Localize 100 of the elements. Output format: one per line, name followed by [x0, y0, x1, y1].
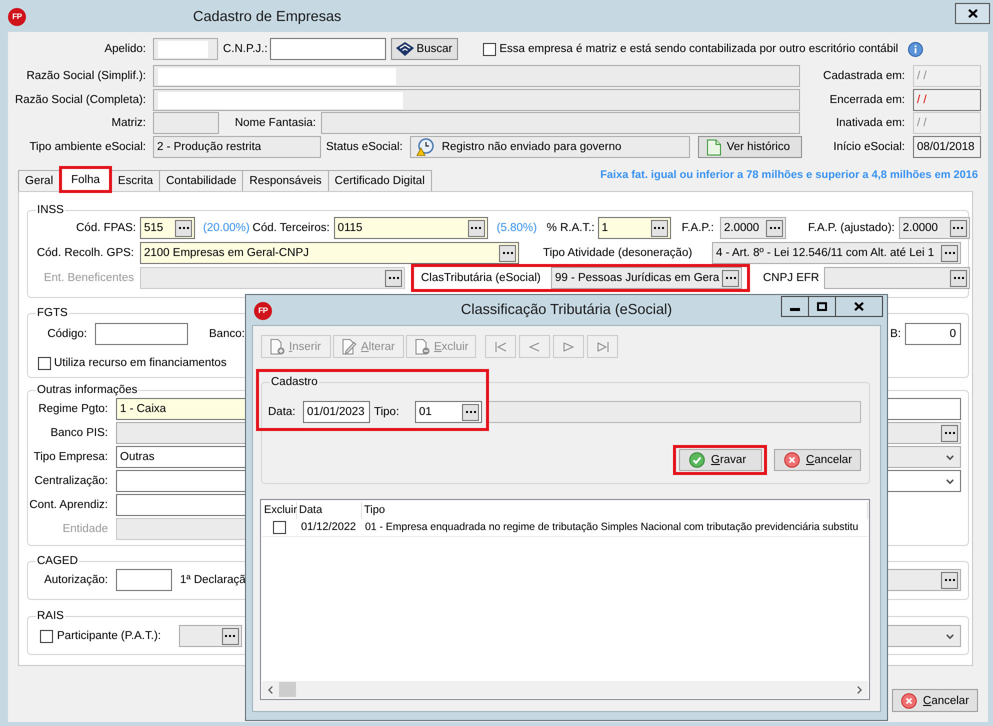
lookup-field[interactable]: 515: [140, 217, 195, 239]
field-label: Razão Social (Completa):: [14, 93, 146, 107]
date-field[interactable]: 08/01/2018: [913, 136, 981, 158]
input-field[interactable]: Outras: [116, 446, 246, 468]
lookup-field[interactable]: 1: [598, 217, 671, 239]
group-title: CAGED: [36, 554, 79, 568]
skip-forward-icon: [596, 342, 608, 352]
date-field[interactable]: / /: [913, 89, 981, 111]
chevron-down-icon: [946, 454, 954, 460]
field-label: Tipo ambiente eSocial:: [28, 140, 146, 154]
input-field[interactable]: [153, 65, 800, 87]
lookup-field[interactable]: 99 - Pessoas Jurídicas em Gera: [551, 267, 742, 289]
lookup-button[interactable]: [462, 404, 479, 420]
lookup-button[interactable]: [468, 220, 485, 236]
lookup-button[interactable]: [941, 424, 958, 442]
lookup-button[interactable]: [941, 244, 958, 262]
input-field[interactable]: [116, 470, 246, 492]
percent-text: (5.80%): [496, 222, 538, 234]
search-button[interactable]: Buscar: [390, 38, 458, 60]
input-field[interactable]: 01/01/2023: [303, 401, 370, 423]
dropdown-field[interactable]: [886, 446, 961, 468]
input-field[interactable]: [116, 422, 246, 444]
lookup-button[interactable]: [499, 244, 516, 262]
triangle-right-icon: [563, 342, 574, 352]
field-label: Tipo Atividade (desoneração): [543, 246, 694, 260]
input-field[interactable]: 2 - Produção restrita: [153, 136, 321, 158]
close-button[interactable]: [835, 296, 883, 317]
lookup-button[interactable]: [650, 220, 668, 236]
checkbox[interactable]: [273, 521, 286, 534]
lookup-button[interactable]: [222, 628, 239, 644]
close-button[interactable]: [955, 3, 990, 24]
tab[interactable]: Folha: [59, 166, 112, 193]
column-header[interactable]: Tipo: [362, 502, 868, 519]
input-field[interactable]: [153, 112, 219, 134]
lookup-button[interactable]: [766, 220, 783, 236]
save-button[interactable]: Gravar: [679, 449, 762, 471]
table-cell-text: 01/12/2022: [300, 520, 358, 535]
field-label: Nome Fantasia:: [234, 116, 316, 130]
lookup-field[interactable]: 4 - Art. 8º - Lei 12.546/11 com Alt. até Lei 1: [712, 242, 961, 264]
input-field[interactable]: [321, 112, 800, 134]
minimize-button[interactable]: [781, 296, 809, 317]
dropdown-field[interactable]: [886, 625, 961, 647]
notice-text: Faixa fat. igual ou inferior a 78 milhões e superior a 4,8 milhões em 2016: [600, 168, 978, 182]
lookup-field[interactable]: 2100 Empresas em Geral-CNPJ: [140, 242, 519, 264]
percent-text: (20.00%): [203, 222, 250, 234]
input-field[interactable]: [153, 89, 800, 111]
input-field[interactable]: [270, 38, 386, 60]
lookup-button[interactable]: [941, 572, 958, 588]
lookup-button[interactable]: [950, 270, 968, 286]
dialog-title: Classificação Tributária (eSocial): [460, 301, 672, 320]
lookup-field[interactable]: [178, 625, 242, 647]
chevron-left-icon: [268, 686, 273, 694]
scrollbar-thumb[interactable]: [279, 682, 296, 697]
lookup-field[interactable]: 2.0000: [720, 217, 786, 239]
input-field[interactable]: [488, 401, 861, 423]
cancel-button[interactable]: Cancelar: [892, 689, 978, 712]
group-title: RAIS: [36, 609, 65, 623]
input-field[interactable]: [153, 38, 218, 60]
check-circle-icon: [689, 452, 705, 468]
lookup-button[interactable]: [950, 220, 967, 236]
status-field[interactable]: Registro não enviado para governo: [410, 136, 690, 158]
input-field[interactable]: [116, 494, 246, 516]
checkbox[interactable]: [483, 42, 496, 56]
input-field[interactable]: 1 - Caixa: [116, 398, 246, 420]
app-logo: FP: [254, 302, 272, 320]
field-label: C.N.P.J.:: [223, 42, 268, 56]
dropdown-field[interactable]: [886, 470, 961, 492]
lookup-field[interactable]: [824, 267, 970, 289]
field-label: Regime Pgto:: [37, 402, 108, 416]
lookup-field[interactable]: [886, 569, 961, 591]
document-plus-icon: [270, 338, 285, 354]
lookup-button[interactable]: [722, 270, 739, 286]
lookup-field[interactable]: 2.0000: [898, 217, 970, 239]
input-field[interactable]: [116, 569, 172, 591]
lookup-field[interactable]: [886, 422, 961, 444]
lookup-field[interactable]: 01: [415, 401, 482, 423]
cancel-button[interactable]: Cancelar: [774, 449, 861, 471]
field-label: Código:: [46, 327, 87, 341]
input-field[interactable]: [95, 323, 188, 345]
tab[interactable]: Geral: [18, 170, 60, 191]
maximize-button[interactable]: [808, 296, 836, 317]
lookup-field[interactable]: 0115: [334, 217, 488, 239]
checkbox-label: Essa empresa é matriz e está sendo contabilizada por outro escritório contábil: [499, 42, 898, 56]
document-pencil-icon: [342, 338, 357, 354]
group-title: Cadastro: [270, 375, 319, 389]
history-button[interactable]: Ver histórico: [698, 136, 802, 158]
document-icon: [706, 138, 722, 156]
tab[interactable]: Certificado Digital: [328, 170, 432, 191]
field-label: Inativada em:: [836, 116, 905, 130]
app-logo: FP: [8, 8, 26, 26]
input-field[interactable]: [886, 398, 961, 420]
column-header[interactable]: Excluir: [262, 502, 297, 519]
column-header[interactable]: Data: [297, 502, 362, 519]
field-label: Tipo Empresa:: [32, 450, 108, 464]
field-label: Matriz:: [110, 116, 146, 130]
input-field[interactable]: 0: [905, 323, 961, 345]
lookup-button[interactable]: [175, 220, 192, 236]
clock-warning-icon: [416, 138, 434, 156]
checkbox[interactable]: [38, 356, 51, 370]
checkbox[interactable]: [40, 630, 53, 642]
